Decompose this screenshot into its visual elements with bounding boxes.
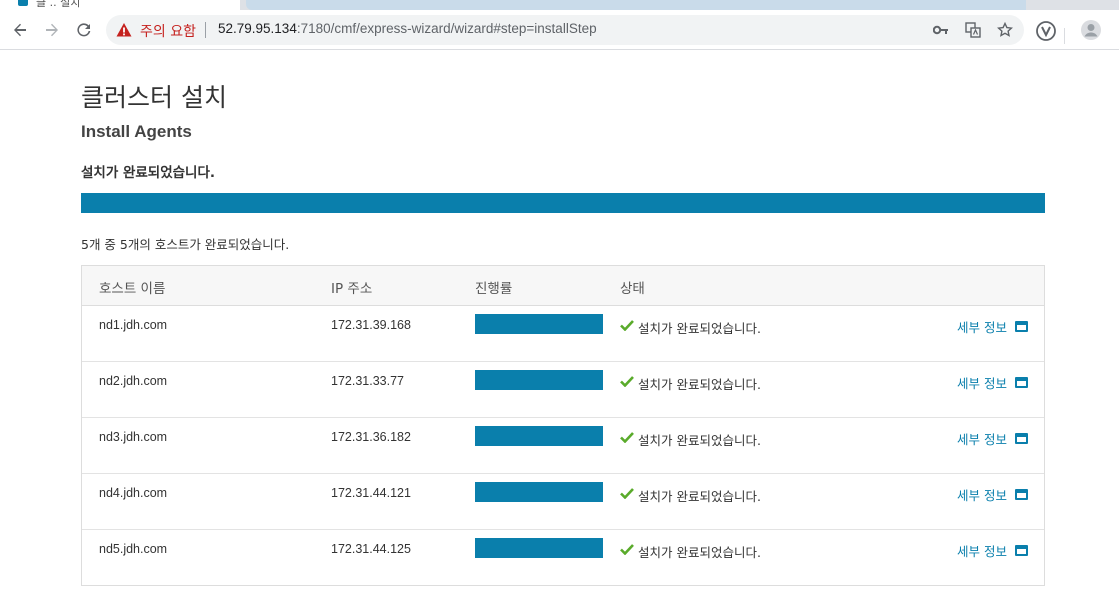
- table-row: nd3.jdh.com 172.31.36.182 설치가 완료되었습니다. 세…: [82, 418, 1044, 474]
- ip-address: 172.31.33.77: [331, 374, 404, 388]
- host-progress-bar: [475, 482, 603, 502]
- warning-icon: [116, 23, 132, 37]
- forward-arrow-icon[interactable]: [40, 18, 64, 42]
- host-status: 설치가 완료되었습니다.: [638, 545, 761, 560]
- translate-icon[interactable]: [964, 21, 982, 39]
- host-progress-fill: [475, 482, 603, 502]
- step-subtitle: Install Agents: [81, 122, 192, 141]
- hosts-table: 호스트 이름 IP 주소 진행률 상태 nd1.jdh.com 172.31.3…: [81, 265, 1045, 586]
- column-header-status[interactable]: 상태: [620, 277, 645, 297]
- host-progress-fill: [475, 370, 603, 390]
- ip-address: 172.31.44.121: [331, 486, 411, 500]
- table-row: nd4.jdh.com 172.31.44.121 설치가 완료되었습니다. 세…: [82, 474, 1044, 530]
- details-link[interactable]: 세부 정보: [957, 429, 1007, 448]
- star-icon[interactable]: [996, 21, 1014, 39]
- host-status: 설치가 완료되었습니다.: [638, 433, 761, 448]
- window-icon[interactable]: [1015, 545, 1028, 556]
- host-name: nd2.jdh.com: [99, 374, 168, 388]
- host-name: nd5.jdh.com: [99, 542, 168, 556]
- host-name: nd3.jdh.com: [99, 430, 168, 444]
- table-header: 호스트 이름 IP 주소 진행률 상태: [82, 266, 1044, 306]
- details-link[interactable]: 세부 정보: [957, 373, 1007, 392]
- host-progress-bar: [475, 314, 603, 334]
- host-progress-fill: [475, 538, 603, 558]
- address-bar[interactable]: 주의 요함 52.79.95.134:7180/cmf/express-wiza…: [106, 15, 1024, 45]
- tab-title: 클 .. 설치: [36, 0, 81, 9]
- column-header-ip[interactable]: IP 주소: [331, 277, 372, 297]
- check-icon: [620, 432, 634, 443]
- toolbar-divider: [1064, 28, 1065, 44]
- back-arrow-icon[interactable]: [8, 18, 32, 42]
- host-progress-bar: [475, 538, 603, 558]
- host-count-summary: 5개 중 5개의 호스트가 완료되었습니다.: [81, 237, 290, 252]
- host-name: nd1.jdh.com: [99, 318, 168, 332]
- url-host: 52.79.95.134: [218, 21, 297, 36]
- check-icon: [620, 544, 634, 555]
- security-warning[interactable]: 주의 요함: [140, 21, 196, 41]
- page-title: 클러스터 설치: [81, 83, 227, 112]
- window-icon[interactable]: [1015, 433, 1028, 444]
- details-link[interactable]: 세부 정보: [957, 485, 1007, 504]
- window-icon[interactable]: [1015, 321, 1028, 332]
- tab-favicon-icon: [18, 0, 28, 6]
- reload-icon[interactable]: [72, 18, 96, 42]
- host-name: nd4.jdh.com: [99, 486, 168, 500]
- host-status: 설치가 완료되었습니다.: [638, 321, 761, 336]
- host-status: 설치가 완료되었습니다.: [638, 377, 761, 392]
- profile-avatar-icon[interactable]: [1080, 19, 1102, 41]
- check-icon: [620, 376, 634, 387]
- overall-progress-fill: [81, 193, 1045, 213]
- omnibox-divider: [205, 22, 206, 38]
- host-status: 설치가 완료되었습니다.: [638, 489, 761, 504]
- table-row: nd1.jdh.com 172.31.39.168 설치가 완료되었습니다. 세…: [82, 306, 1044, 362]
- table-row: nd2.jdh.com 172.31.33.77 설치가 완료되었습니다. 세부…: [82, 362, 1044, 418]
- overall-progress-bar: [81, 193, 1045, 213]
- active-tab[interactable]: 클 .. 설치: [0, 0, 240, 10]
- background-tab[interactable]: [246, 0, 1026, 10]
- browser-tab-strip: 클 .. 설치: [0, 0, 1119, 10]
- host-progress-bar: [475, 370, 603, 390]
- install-status-message: 설치가 완료되었습니다.: [81, 165, 216, 181]
- details-link[interactable]: 세부 정보: [957, 317, 1007, 336]
- browser-toolbar: 주의 요함 52.79.95.134:7180/cmf/express-wiza…: [0, 10, 1119, 50]
- url-path: :7180/cmf/express-wizard/wizard#step=ins…: [296, 21, 597, 36]
- host-progress-bar: [475, 426, 603, 446]
- check-icon: [620, 488, 634, 499]
- column-header-progress[interactable]: 진행률: [475, 277, 512, 297]
- ip-address: 172.31.36.182: [331, 430, 411, 444]
- details-link[interactable]: 세부 정보: [957, 541, 1007, 560]
- ip-address: 172.31.44.125: [331, 542, 411, 556]
- column-header-host[interactable]: 호스트 이름: [99, 277, 165, 297]
- window-icon[interactable]: [1015, 489, 1028, 500]
- host-progress-fill: [475, 426, 603, 446]
- table-row: nd5.jdh.com 172.31.44.125 설치가 완료되었습니다. 세…: [82, 530, 1044, 586]
- ip-address: 172.31.39.168: [331, 318, 411, 332]
- key-icon[interactable]: [932, 21, 950, 39]
- window-icon[interactable]: [1015, 377, 1028, 388]
- check-icon: [620, 320, 634, 331]
- host-progress-fill: [475, 314, 603, 334]
- url-text[interactable]: 52.79.95.134:7180/cmf/express-wizard/wiz…: [218, 21, 597, 36]
- vivaldi-extension-icon[interactable]: [1035, 20, 1057, 42]
